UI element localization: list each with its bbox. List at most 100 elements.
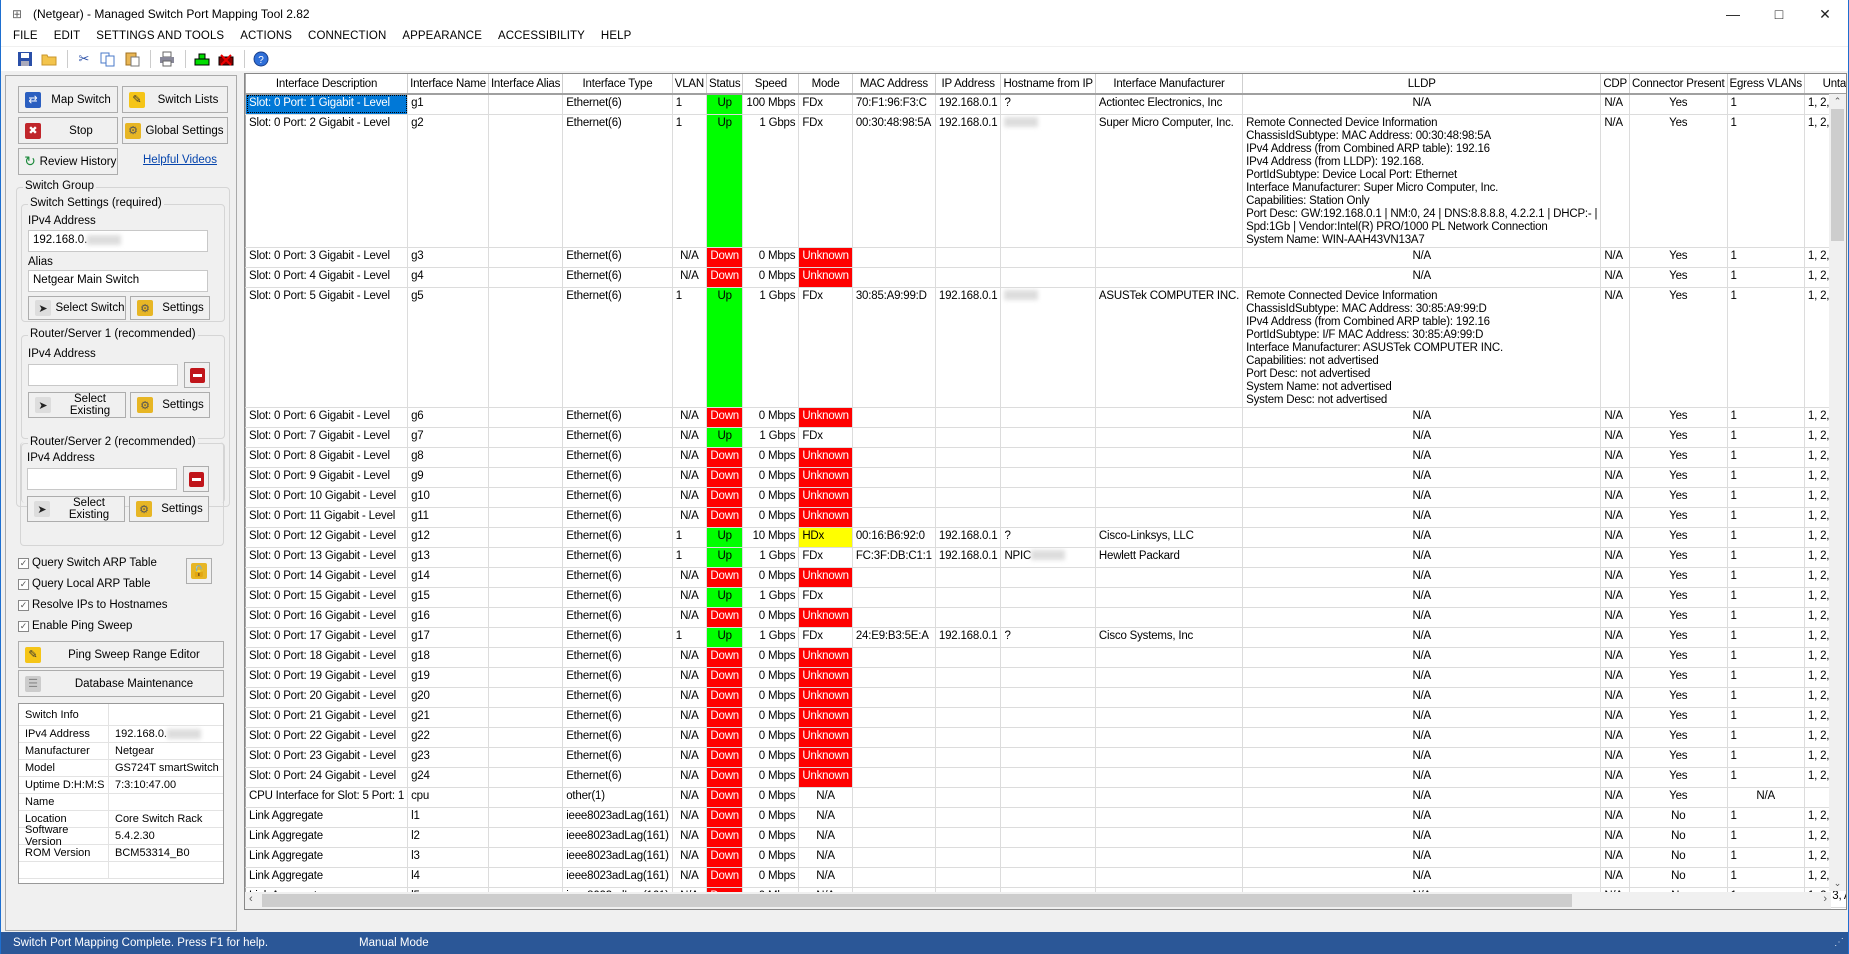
cell-alias[interactable] xyxy=(488,827,564,848)
table-row[interactable]: Slot: 0 Port: 15 Gigabit - Level g15 Ether… xyxy=(245,587,1846,608)
disconnect-icon[interactable] xyxy=(216,49,236,69)
cell-lldp[interactable]: N/A xyxy=(1242,547,1602,568)
cell-cdp[interactable]: N/A xyxy=(1600,587,1631,608)
cell-cdp[interactable]: N/A xyxy=(1600,427,1631,448)
table-row[interactable]: Slot: 0 Port: 9 Gigabit - Level g9 Etherne… xyxy=(245,467,1846,488)
remove-router1-button[interactable] xyxy=(184,362,210,388)
cell-egress[interactable]: 1 xyxy=(1727,267,1805,288)
cell-alias[interactable] xyxy=(488,667,564,688)
cell-mode[interactable]: Unknown xyxy=(798,407,853,428)
cell-mode[interactable]: HDx xyxy=(798,527,853,548)
cell-host[interactable] xyxy=(1000,747,1096,768)
cell-ip[interactable] xyxy=(935,447,1002,468)
cell-ip[interactable] xyxy=(935,507,1002,528)
cell-alias[interactable] xyxy=(488,767,564,788)
cell-desc[interactable]: Slot: 0 Port: 12 Gigabit - Level xyxy=(245,527,409,548)
column-header[interactable]: Hostname from IP xyxy=(1000,74,1096,95)
cell-type[interactable]: other(1) xyxy=(562,787,673,808)
cell-desc[interactable]: Slot: 0 Port: 5 Gigabit - Level xyxy=(245,287,409,408)
switch-ipv4-input[interactable]: 192.168.0. xyxy=(28,230,208,252)
cell-cdp[interactable]: N/A xyxy=(1600,827,1631,848)
cell-conn[interactable]: Yes xyxy=(1629,607,1728,628)
cell-speed[interactable]: 10 Mbps xyxy=(742,527,800,548)
cell-lldp[interactable]: N/A xyxy=(1242,407,1602,428)
cell-ip[interactable] xyxy=(935,807,1002,828)
table-row[interactable]: Slot: 0 Port: 20 Gigabit - Level g20 Ether… xyxy=(245,687,1846,708)
cell-egress[interactable]: 1 xyxy=(1727,767,1805,788)
cell-conn[interactable]: Yes xyxy=(1629,287,1728,408)
cell-lldp[interactable]: N/A xyxy=(1242,567,1602,588)
cell-speed[interactable]: 0 Mbps xyxy=(742,607,800,628)
table-row[interactable]: Slot: 0 Port: 7 Gigabit - Level g7 Etherne… xyxy=(245,427,1846,448)
cell-conn[interactable]: Yes xyxy=(1629,647,1728,668)
cell-speed[interactable]: 1 Gbps xyxy=(742,627,800,648)
table-row[interactable]: Slot: 0 Port: 5 Gigabit - Level g5 Etherne… xyxy=(245,287,1846,408)
cell-name[interactable]: l2 xyxy=(407,827,489,848)
cell-ip[interactable]: 192.168.0.1 xyxy=(935,547,1002,568)
cell-mac[interactable] xyxy=(852,507,936,528)
cell-vlan[interactable]: N/A xyxy=(672,487,708,508)
cell-name[interactable]: g10 xyxy=(407,487,489,508)
table-row[interactable]: Slot: 0 Port: 22 Gigabit - Level g22 Ether… xyxy=(245,727,1846,748)
cell-lldp[interactable]: N/A xyxy=(1242,587,1602,608)
cell-type[interactable]: Ethernet(6) xyxy=(562,647,673,668)
cell-mode[interactable]: Unknown xyxy=(798,727,853,748)
cell-host[interactable] xyxy=(1000,787,1096,808)
open-folder-icon[interactable] xyxy=(39,49,59,69)
router2-ipv4-input[interactable] xyxy=(27,468,177,490)
global-settings-button[interactable]: ⚙ Global Settings xyxy=(122,117,228,144)
maximize-icon[interactable]: □ xyxy=(1756,0,1802,28)
cell-vlan[interactable]: N/A xyxy=(672,507,708,528)
cell-cdp[interactable]: N/A xyxy=(1600,607,1631,628)
cell-speed[interactable]: 1 Gbps xyxy=(742,587,800,608)
cell-mfr[interactable]: Hewlett Packard xyxy=(1095,547,1244,568)
cell-lldp[interactable]: N/A xyxy=(1242,247,1602,268)
menu-appearance[interactable]: APPEARANCE xyxy=(402,30,482,42)
cell-host[interactable] xyxy=(1000,487,1096,508)
cell-conn[interactable]: Yes xyxy=(1629,587,1728,608)
cell-alias[interactable] xyxy=(488,407,564,428)
cell-status[interactable]: Down xyxy=(706,467,744,488)
cell-type[interactable]: Ethernet(6) xyxy=(562,687,673,708)
cell-mode[interactable]: Unknown xyxy=(798,267,853,288)
cell-status[interactable]: Down xyxy=(706,407,744,428)
cell-alias[interactable] xyxy=(488,707,564,728)
cell-cdp[interactable]: N/A xyxy=(1600,667,1631,688)
cell-speed[interactable]: 1 Gbps xyxy=(742,427,800,448)
cell-status[interactable]: Down xyxy=(706,647,744,668)
cell-name[interactable]: g20 xyxy=(407,687,489,708)
cell-speed[interactable]: 0 Mbps xyxy=(742,507,800,528)
cell-cdp[interactable]: N/A xyxy=(1600,567,1631,588)
cell-mac[interactable] xyxy=(852,587,936,608)
cell-alias[interactable] xyxy=(488,847,564,868)
cell-vlan[interactable]: 1 xyxy=(672,287,708,408)
cell-desc[interactable]: Slot: 0 Port: 20 Gigabit - Level xyxy=(245,687,409,708)
cell-vlan[interactable]: N/A xyxy=(672,587,708,608)
cell-mode[interactable]: FDx xyxy=(798,114,853,248)
cell-cdp[interactable]: N/A xyxy=(1600,867,1631,888)
cell-conn[interactable]: Yes xyxy=(1629,94,1728,115)
cell-name[interactable]: g18 xyxy=(407,647,489,668)
cell-status[interactable]: Up xyxy=(706,287,744,408)
cell-vlan[interactable]: N/A xyxy=(672,767,708,788)
cell-vlan[interactable]: 1 xyxy=(672,547,708,568)
cell-ip[interactable] xyxy=(935,567,1002,588)
cell-name[interactable]: g12 xyxy=(407,527,489,548)
cell-egress[interactable]: 1 xyxy=(1727,507,1805,528)
cell-mfr[interactable] xyxy=(1095,267,1244,288)
cell-egress[interactable]: N/A xyxy=(1727,787,1805,808)
cell-type[interactable]: ieee8023adLag(161) xyxy=(562,847,673,868)
table-row[interactable]: Slot: 0 Port: 21 Gigabit - Level g21 Ether… xyxy=(245,707,1846,728)
query-local-arp-checkbox[interactable]: ✓ Query Local ARP Table xyxy=(18,578,150,590)
lock-button[interactable]: 🔓 xyxy=(186,558,212,584)
cell-egress[interactable]: 1 xyxy=(1727,447,1805,468)
cell-conn[interactable]: No xyxy=(1629,807,1728,828)
cell-alias[interactable] xyxy=(488,747,564,768)
cell-egress[interactable]: 1 xyxy=(1727,114,1805,248)
cell-alias[interactable] xyxy=(488,587,564,608)
cell-host[interactable] xyxy=(1000,427,1096,448)
cell-desc[interactable]: Slot: 0 Port: 6 Gigabit - Level xyxy=(245,407,409,428)
cell-status[interactable]: Down xyxy=(706,727,744,748)
cell-mac[interactable] xyxy=(852,247,936,268)
cell-type[interactable]: Ethernet(6) xyxy=(562,627,673,648)
